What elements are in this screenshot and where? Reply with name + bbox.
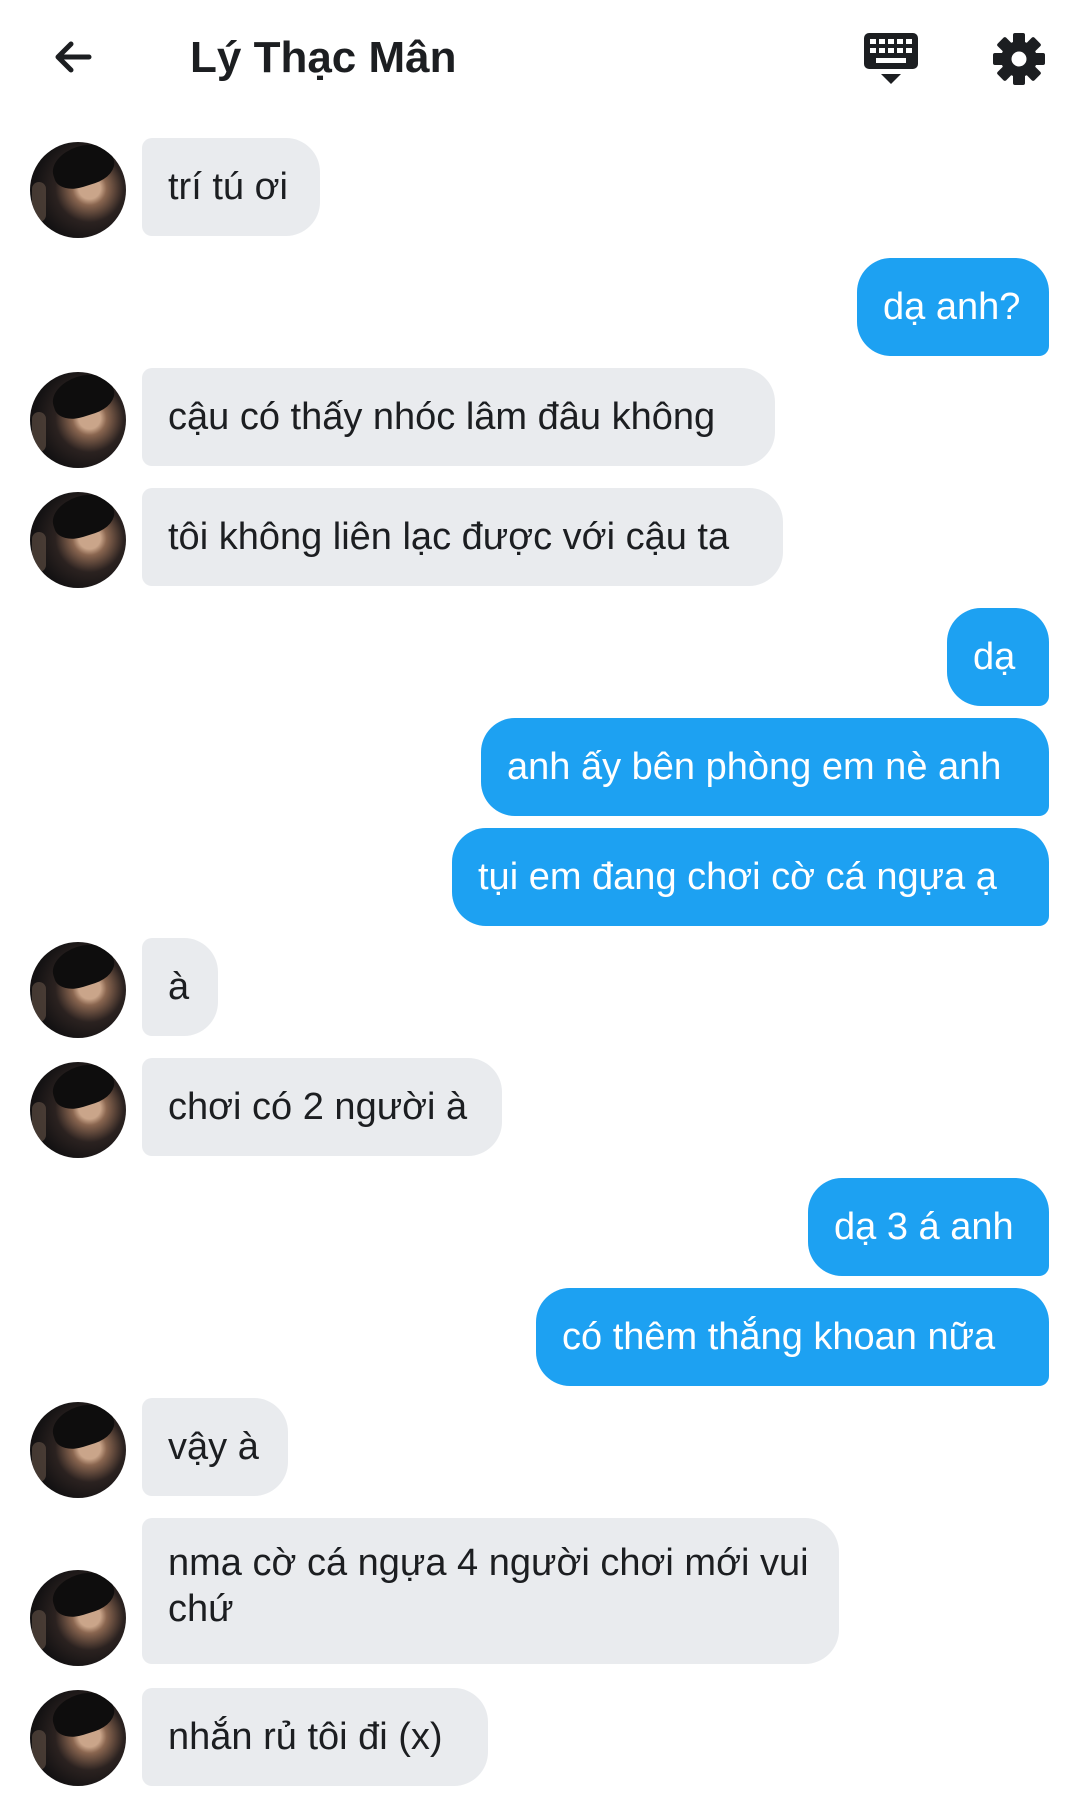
outgoing-message[interactable]: dạ 3 á anh: [808, 1178, 1049, 1276]
contact-avatar[interactable]: [30, 942, 126, 1038]
contact-avatar[interactable]: [30, 142, 126, 238]
incoming-message[interactable]: chơi có 2 người à: [142, 1058, 502, 1156]
outgoing-message[interactable]: có thêm thắng khoan nữa: [536, 1288, 1049, 1386]
outgoing-message[interactable]: anh ấy bên phòng em nè anh: [481, 718, 1049, 816]
contact-avatar[interactable]: [30, 1062, 126, 1158]
incoming-message[interactable]: à: [142, 938, 218, 1036]
contact-avatar[interactable]: [30, 1570, 126, 1666]
incoming-message[interactable]: nma cờ cá ngựa 4 người chơi mới vui chứ: [142, 1518, 839, 1664]
contact-avatar[interactable]: [30, 372, 126, 468]
incoming-message[interactable]: cậu có thấy nhóc lâm đâu không: [142, 368, 775, 466]
incoming-message[interactable]: vậy à: [142, 1398, 288, 1496]
contact-avatar[interactable]: [30, 492, 126, 588]
incoming-message[interactable]: nhắn rủ tôi đi (x): [142, 1688, 488, 1786]
contact-avatar[interactable]: [30, 1690, 126, 1786]
outgoing-message[interactable]: tụi em đang chơi cờ cá ngựa ạ: [452, 828, 1049, 926]
message-thread: trí tú ơi dạ anh? cậu có thấy nhóc lâm đ…: [0, 0, 1080, 1798]
incoming-message[interactable]: trí tú ơi: [142, 138, 320, 236]
incoming-message[interactable]: tôi không liên lạc được với cậu ta: [142, 488, 783, 586]
outgoing-message[interactable]: dạ: [947, 608, 1049, 706]
outgoing-message[interactable]: dạ anh?: [857, 258, 1049, 356]
contact-avatar[interactable]: [30, 1402, 126, 1498]
